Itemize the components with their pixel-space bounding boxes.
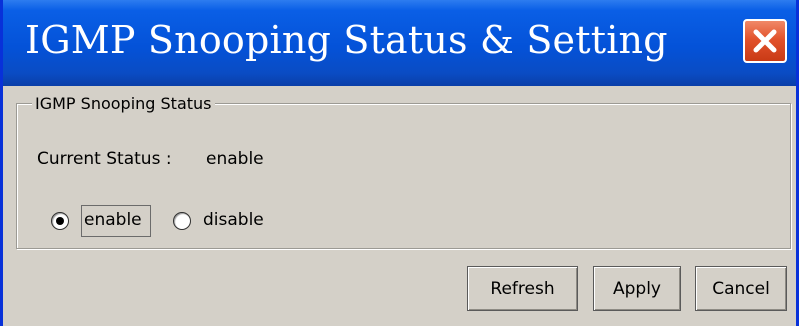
disable-radio[interactable] xyxy=(173,212,191,230)
radio-selected-dot xyxy=(56,217,64,225)
dialog-window: IGMP Snooping Status & Setting IGMP Snoo… xyxy=(0,0,799,326)
group-legend: IGMP Snooping Status xyxy=(32,94,215,113)
enable-radio-label[interactable]: enable xyxy=(84,210,142,230)
window-title: IGMP Snooping Status & Setting xyxy=(25,18,668,62)
apply-button[interactable]: Apply xyxy=(593,266,681,311)
refresh-button[interactable]: Refresh xyxy=(467,266,578,311)
enable-radio[interactable] xyxy=(51,212,69,230)
title-bar[interactable]: IGMP Snooping Status & Setting xyxy=(3,0,796,86)
close-button[interactable] xyxy=(743,19,787,63)
close-icon xyxy=(753,29,777,53)
current-status-value: enable xyxy=(206,149,264,169)
disable-radio-label[interactable]: disable xyxy=(203,210,264,230)
cancel-button[interactable]: Cancel xyxy=(695,266,787,311)
current-status-label: Current Status : xyxy=(37,149,172,169)
